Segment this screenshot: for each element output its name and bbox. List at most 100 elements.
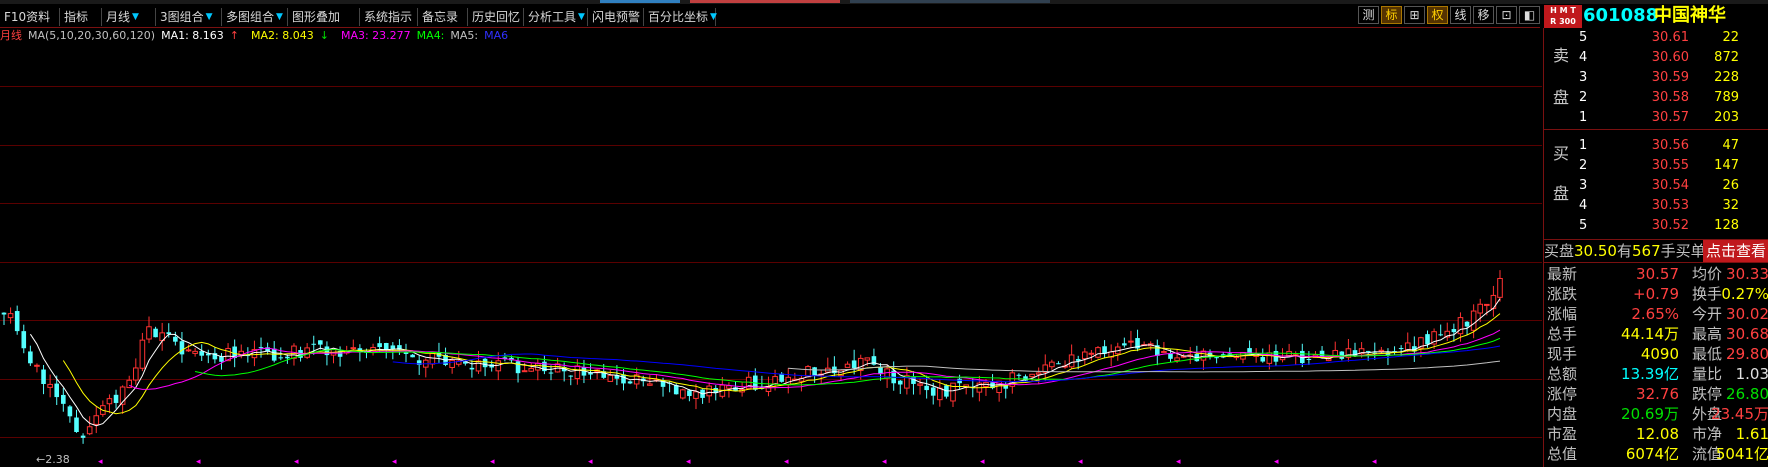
line-icon[interactable]: 线 [1450,6,1471,24]
ma4-value: MA4: [416,29,445,42]
buy-row: 3 30.54 26 [1544,176,1768,196]
candle-body-up [647,383,653,386]
buy-row: 4 30.53 32 [1544,196,1768,216]
period-marker: ◂ [588,457,593,467]
candle-body-down [851,360,857,369]
panel-toggle-icon[interactable]: ◧ [1519,6,1540,24]
crosshair-icon[interactable]: ⊞ [1404,6,1425,24]
quote-row: 涨停 32.76 跌停 26.80 [1544,384,1768,404]
candle-body-up [1477,303,1484,314]
candle-body-down [1464,321,1470,327]
candle-body-down [924,385,929,391]
period-marker: ◂ [784,457,789,467]
toolbar-item-8[interactable]: 历史回忆 [470,8,524,26]
quote-row: 总手 44.14万 最高 30.68 [1544,324,1768,344]
toolbar-item-0[interactable]: F10资料 [2,8,60,26]
quote-v1: 44.14万 [1621,325,1679,343]
quote-l2: 市净 [1692,425,1723,443]
toolbar-item-9[interactable]: 分析工具 ▼ [526,8,588,26]
toolbar-item-6[interactable]: 系统指示 [362,8,418,26]
candle-body-up [86,426,93,435]
dropdown-arrow-icon[interactable]: ▼ [132,8,139,26]
measure-icon[interactable]: 测 [1358,6,1379,24]
candle-body-up [475,360,482,372]
quote-v2: 1.61 [1735,425,1768,443]
sell-row: 2 30.58 789 [1544,88,1768,108]
candle-body-up [937,387,943,401]
top-color-strip [0,0,1768,4]
quote-v2: 30.02 [1726,305,1768,323]
rights-icon[interactable]: 权 [1427,6,1448,24]
ma6-value: MA6 [484,29,509,42]
ma5-line [29,298,1501,427]
quote-row: 最新 30.57 均价 30.33 [1544,264,1768,284]
toolbar-item-3[interactable]: 3图组合 ▼ [158,8,222,26]
quote-row: 市盈 12.08 市净 1.61 [1544,424,1768,444]
candle-body-down [377,343,382,348]
move-icon[interactable]: 移 [1473,6,1494,24]
quote-v2: 23.45万 [1711,405,1768,423]
candle-body-up [1088,352,1095,355]
toolbar-item-5[interactable]: 图形叠加 [290,8,360,26]
toolbar-item-2[interactable]: 月线 ▼ [104,8,156,26]
dropdown-arrow-icon[interactable]: ▼ [276,8,283,26]
candle-body-down [1398,348,1404,350]
candle-body-up [1029,373,1035,378]
toolbar-item-1[interactable]: 指标 [62,8,102,26]
candle-body-up [192,350,198,354]
buy-price: 30.56 [1651,138,1689,153]
note-divider-bottom [1544,262,1768,263]
quote-row: 涨幅 2.65% 今开 30.02 [1544,304,1768,324]
stock-name[interactable]: 中国神华 [1654,4,1726,28]
kline-chart[interactable]: ←2.38 ◂ ◂ ◂ ◂ ◂ ◂ ◂ ◂ ◂ ◂ ◂ ◂ ◂ ◂ [0,28,1542,467]
candle-body-up [1484,303,1490,306]
candle-body-up [864,357,871,361]
window-icon[interactable]: ⊡ [1496,6,1517,24]
candle-body-down [627,381,633,384]
candle-body-up [1068,354,1075,368]
toolbar-item-10[interactable]: 闪电预警 [590,8,644,26]
toolbar-item-11[interactable]: 百分比坐标 ▼ [646,8,717,26]
low-price-label: ←2.38 [36,453,70,466]
period-label: 月线 [0,29,22,42]
candle-body-up [1128,340,1134,343]
quote-l1: 现手 [1547,345,1578,363]
dropdown-arrow-icon[interactable]: ▼ [578,8,585,26]
period-marker: ◂ [490,457,495,467]
period-marker: ◂ [1176,457,1181,467]
quote-l1: 市盈 [1547,425,1578,443]
candle-body-up [574,365,581,380]
candle-body-down [113,394,119,403]
candle-body-up [1161,351,1167,354]
candle-body-down [930,387,936,396]
quote-l2: 量比 [1692,365,1723,383]
quote-panel: 卖 盘 5 30.61 22 4 30.60 872 3 30.59 228 2 30.58 789 1… [1543,28,1768,467]
quote-l1: 总额 [1547,365,1578,383]
quote-v1: 12.08 [1636,425,1679,443]
buy-price: 30.55 [1651,158,1689,173]
toolbar-item-4[interactable]: 多图组合 ▼ [224,8,288,26]
quote-v1: 32.76 [1636,385,1679,403]
period-marker: ◂ [980,457,985,467]
candle-body-down [812,367,817,376]
candle-body-down [179,341,185,355]
dropdown-arrow-icon[interactable]: ▼ [206,8,213,26]
toolbar-item-7[interactable]: 备忘录 [420,8,468,26]
ma10-line [62,313,1501,415]
buy-row: 2 30.55 147 [1544,156,1768,176]
candle-body-down [21,331,27,349]
view-orders-button[interactable]: 点击查看 [1702,240,1768,262]
hmt-index-badge[interactable]: H M T R 300 [1544,5,1582,28]
candle-body-up [844,363,851,368]
quote-row: 总额 13.39亿 量比 1.03 [1544,364,1768,384]
quote-l1: 涨停 [1547,385,1578,403]
buy-volume: 47 [1722,138,1739,153]
quote-l1: 涨跌 [1547,285,1578,303]
candle-body-up [7,313,14,319]
mark-icon[interactable]: 标 [1381,6,1402,24]
candle-body-up [521,370,528,373]
dropdown-arrow-icon[interactable]: ▼ [710,8,717,26]
quote-l2: 换手 [1692,285,1723,303]
candle-body-up [528,368,535,372]
stock-code[interactable]: 601088 [1583,4,1658,28]
